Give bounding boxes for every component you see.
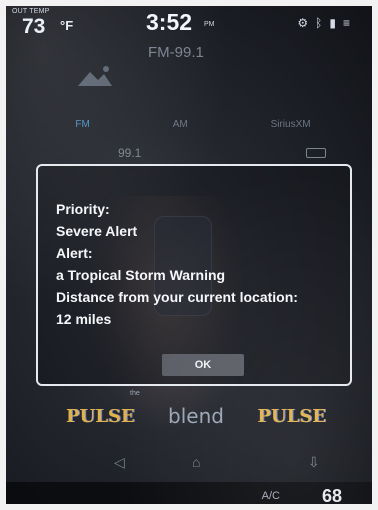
out-temp-unit: °F xyxy=(60,18,74,33)
home-icon[interactable]: ⌂ xyxy=(192,454,200,470)
clock-ampm: PM xyxy=(204,21,215,28)
signal-icon: ▮ xyxy=(329,16,336,30)
station-name: FM-99.1 xyxy=(148,44,204,61)
alert-label: Alert: xyxy=(56,245,93,261)
album-art-icon xyxy=(78,66,112,86)
clock: 3:52 xyxy=(146,9,193,35)
infotainment-screen: OUT TEMP 73 °F 3:52 PM ⚙ ᛒ ▮ ≡ FM-99.1 F… xyxy=(6,6,372,504)
status-bar: OUT TEMP 73 °F 3:52 PM ⚙ ᛒ ▮ ≡ xyxy=(6,6,372,44)
tab-fm[interactable]: FM xyxy=(75,119,89,130)
out-temp-label: OUT TEMP xyxy=(12,8,50,15)
preset-logo-3[interactable]: PULSE xyxy=(257,406,326,427)
menu-icon: ≡ xyxy=(342,16,350,30)
previous-icon[interactable]: ◁ xyxy=(114,454,125,471)
status-icons: ⚙ ᛒ ▮ ≡ xyxy=(297,16,350,30)
ok-button[interactable]: OK xyxy=(162,354,244,376)
preset-logo-1[interactable]: PULSE xyxy=(66,406,135,427)
preset-logos: PULSE blend PULSE xyxy=(66,396,326,436)
frequency-value: 99.1 xyxy=(118,146,142,160)
download-icon[interactable]: ⇩ xyxy=(308,454,320,471)
source-tabs: FM AM SiriusXM xyxy=(34,110,352,138)
preset-logo-2[interactable]: blend xyxy=(168,404,224,428)
distance-value: 12 miles xyxy=(56,311,112,327)
scan-icon[interactable] xyxy=(306,148,326,158)
bluetooth-icon: ᛒ xyxy=(315,16,323,30)
priority-label: Priority: xyxy=(56,201,110,217)
alert-message: Priority: Severe Alert Alert: a Tropical… xyxy=(56,198,298,330)
alert-dialog: Priority: Severe Alert Alert: a Tropical… xyxy=(36,164,352,386)
tab-siriusxm[interactable]: SiriusXM xyxy=(271,119,311,130)
alert-value: a Tropical Storm Warning xyxy=(56,267,226,283)
settings-icon: ⚙ xyxy=(297,16,309,30)
priority-value: Severe Alert xyxy=(56,223,138,239)
frequency-bar: 99.1 xyxy=(54,144,336,164)
ac-label[interactable]: A/C xyxy=(262,490,280,502)
climate-bar xyxy=(6,482,372,504)
temperature-setting: 68 xyxy=(321,486,342,504)
tab-am[interactable]: AM xyxy=(173,119,188,130)
out-temp-value: 73 xyxy=(22,15,46,38)
distance-label: Distance from your current location: xyxy=(56,289,298,305)
